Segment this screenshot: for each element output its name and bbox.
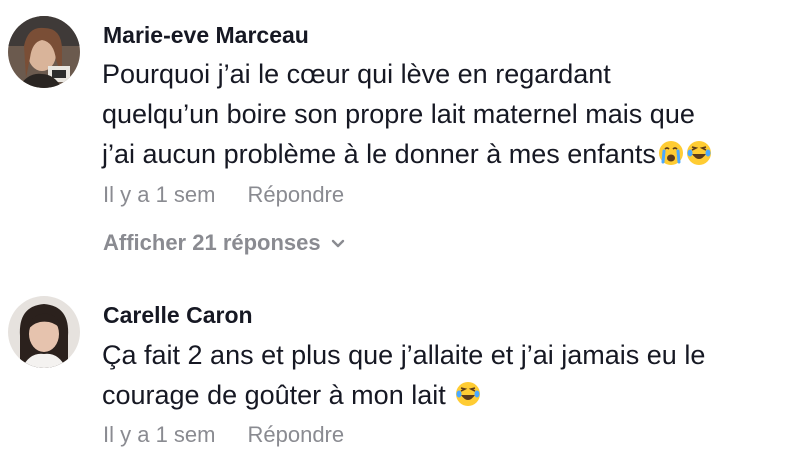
comment-text-line-content: quelqu’un boire son propre lait maternel…	[102, 99, 695, 129]
comment-text-line-content: j’ai aucun problème à le donner à mes en…	[102, 139, 656, 169]
comment-meta: Il y a 1 sem Répondre	[103, 182, 344, 208]
avatar[interactable]	[8, 296, 80, 368]
crying-face-emoji-icon	[658, 137, 684, 177]
view-replies-label: Afficher 21 réponses	[103, 230, 321, 255]
comment-text-line-content: courage de goûter à mon lait	[102, 380, 446, 410]
comment-timestamp: Il y a 1 sem	[103, 422, 216, 447]
reply-button[interactable]: Répondre	[247, 422, 344, 447]
comment-text: Pourquoi j’ai le cœur qui lève en regard…	[102, 54, 792, 177]
laughing-tears-emoji-icon	[455, 378, 481, 418]
comment-text: Ça fait 2 ans et plus que j’allaite et j…	[102, 335, 792, 418]
comment-text-line: Ça fait 2 ans et plus que j’allaite et j…	[102, 340, 706, 370]
reply-button[interactable]: Répondre	[247, 182, 344, 207]
laughing-tears-emoji-icon	[686, 137, 712, 177]
avatar[interactable]	[8, 16, 80, 88]
comment-author[interactable]: Carelle Caron	[103, 302, 253, 329]
comment-author[interactable]: Marie-eve Marceau	[103, 22, 309, 49]
comment-meta: Il y a 1 sem Répondre	[103, 422, 344, 448]
comment-text-line: courage de goûter à mon lait	[102, 375, 792, 418]
comment-text-line: quelqu’un boire son propre lait maternel…	[102, 94, 792, 134]
comment-timestamp: Il y a 1 sem	[103, 182, 216, 207]
comment-text-line: Pourquoi j’ai le cœur qui lève en regard…	[102, 59, 611, 89]
chevron-down-icon	[331, 229, 345, 255]
comment-text-line: j’ai aucun problème à le donner à mes en…	[102, 134, 792, 177]
view-replies-button[interactable]: Afficher 21 réponses	[103, 229, 345, 256]
